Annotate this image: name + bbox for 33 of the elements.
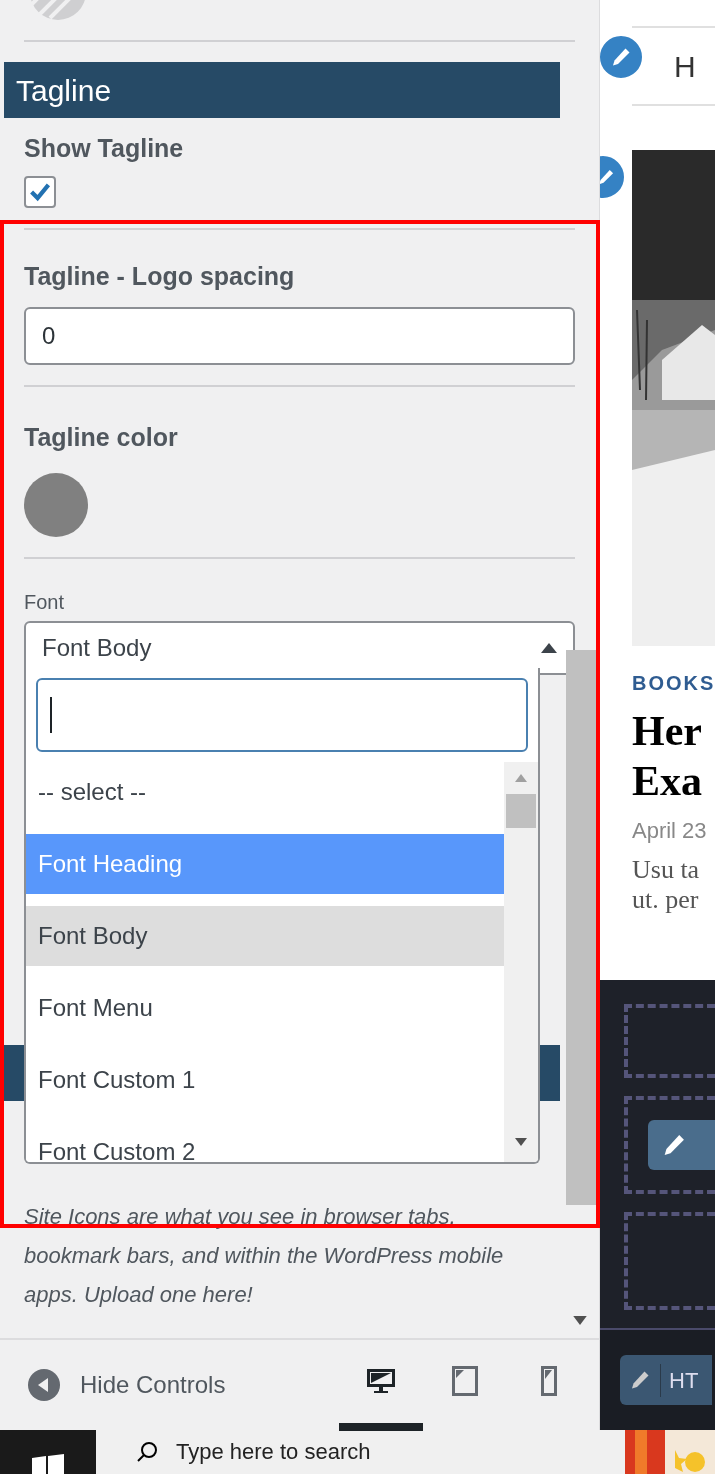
edit-button[interactable]: [648, 1120, 715, 1171]
scrollbar-thumb[interactable]: [506, 794, 536, 828]
scroll-down-icon[interactable]: [515, 1138, 527, 1146]
dropdown-scrollbar[interactable]: [504, 762, 538, 1162]
font-label: Font: [24, 589, 66, 615]
search-field[interactable]: Type here to search: [96, 1430, 625, 1474]
text-cursor-icon: [50, 697, 52, 733]
section-title: Tagline: [16, 72, 112, 109]
checkbox[interactable]: [24, 175, 56, 208]
tablet-icon: [449, 1365, 481, 1397]
html-button[interactable]: HT: [620, 1355, 712, 1406]
post-title[interactable]: Her Exa: [632, 706, 702, 806]
scrollbar[interactable]: [566, 650, 596, 1205]
start-button[interactable]: [0, 1430, 96, 1474]
post-excerpt: Usu ta ut. per: [632, 855, 700, 915]
search-icon: [136, 1440, 160, 1464]
field-label: Tagline color: [24, 422, 179, 453]
caret-icon: [541, 641, 557, 654]
search-placeholder: Type here to search: [176, 1438, 371, 1466]
menu-item[interactable]: H: [674, 43, 696, 89]
search-input[interactable]: [36, 678, 528, 752]
field-label: Tagline - Logo spacing: [24, 260, 296, 292]
category-link[interactable]: BOOKS: [632, 668, 715, 698]
collapse-icon: [28, 1369, 60, 1401]
help-text: Site Icons are what you see in browser tabs, bookmark bars, and within the WordPress mobile apps. Upload one here!: [24, 1202, 505, 1309]
dropdown-option[interactable]: Font Body: [26, 906, 504, 966]
windows-icon: [32, 1454, 64, 1474]
select-value: Font Body: [42, 632, 152, 663]
field-label: Show Tagline: [24, 133, 185, 164]
scroll-down-icon[interactable]: [573, 1316, 587, 1325]
post-date: April 23: [632, 817, 708, 845]
spacing-input[interactable]: 0: [24, 307, 575, 365]
hide-controls-button[interactable]: Hide Controls: [28, 1367, 226, 1403]
